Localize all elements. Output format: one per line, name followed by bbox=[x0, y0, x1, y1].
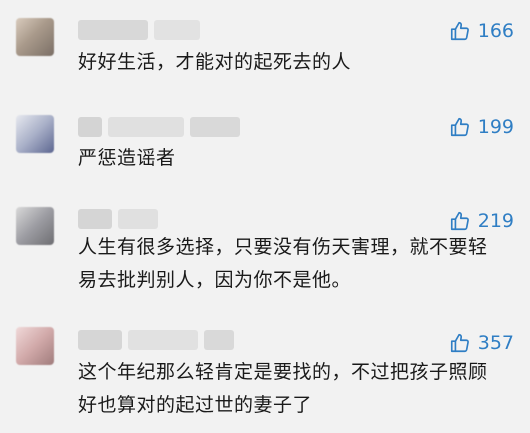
like-count: 166 bbox=[477, 20, 514, 42]
like-button[interactable]: 357 bbox=[449, 332, 514, 354]
avatar[interactable] bbox=[16, 327, 54, 365]
thumbs-up-icon bbox=[450, 333, 469, 353]
like-button[interactable]: 166 bbox=[449, 20, 514, 42]
thumbs-up-icon bbox=[450, 21, 469, 41]
comment-text: 严惩造谣者 bbox=[78, 147, 176, 169]
thumbs-up-icon bbox=[450, 117, 469, 137]
comment-text: 好好生活，才能对的起死去的人 bbox=[78, 51, 352, 73]
avatar[interactable] bbox=[16, 207, 54, 245]
like-button[interactable]: 219 bbox=[449, 210, 514, 232]
comment-text: 人生有很多选择，只要没有伤天害理，就不要轻易去批判别人，因为你不是他。 bbox=[78, 236, 488, 291]
like-button[interactable]: 199 bbox=[449, 116, 514, 138]
comment-text: 这个年纪那么轻肯定是要找的，不过把孩子照顾好也算对的起过世的妻子了 bbox=[78, 361, 488, 416]
username-blurred[interactable] bbox=[78, 330, 234, 350]
avatar[interactable] bbox=[16, 18, 54, 56]
like-count: 199 bbox=[477, 116, 514, 138]
like-count: 357 bbox=[477, 332, 514, 354]
username-blurred[interactable] bbox=[78, 117, 240, 137]
thumbs-up-icon bbox=[450, 211, 469, 231]
like-count: 219 bbox=[477, 210, 514, 232]
avatar[interactable] bbox=[16, 115, 54, 153]
username-blurred[interactable] bbox=[78, 209, 158, 229]
username-blurred[interactable] bbox=[78, 20, 200, 40]
comment-list: 166 好好生活，才能对的起死去的人 199 严惩造谣者 219 人生有很多选择… bbox=[0, 0, 530, 433]
